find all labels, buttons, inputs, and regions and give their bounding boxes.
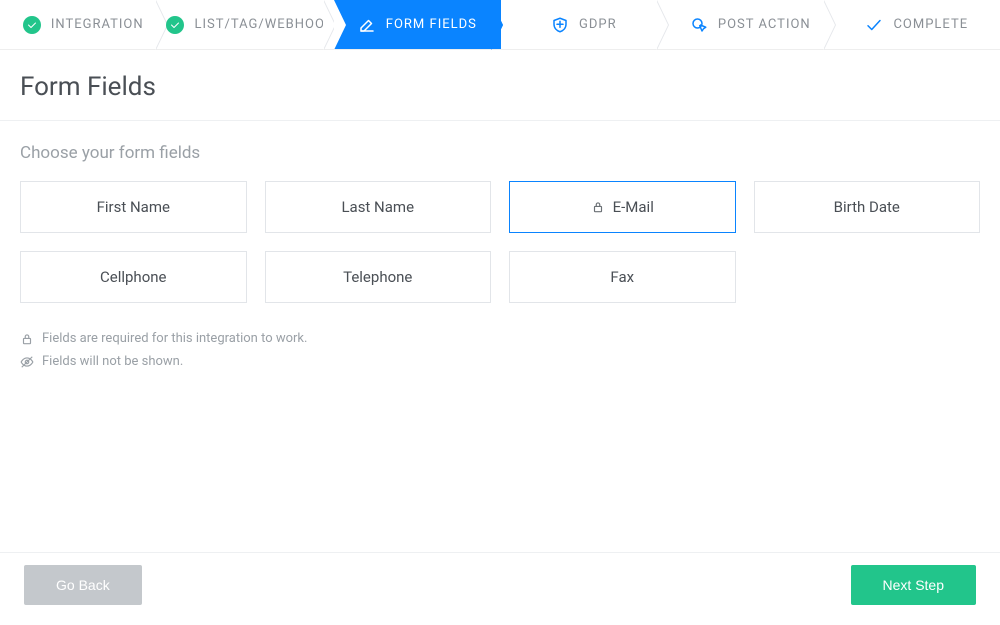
- step-gdpr[interactable]: GDPR: [501, 0, 667, 49]
- legend-hidden: Fields will not be shown.: [20, 354, 980, 369]
- eye-off-icon: [20, 355, 34, 369]
- page-subtitle: Choose your form fields: [20, 143, 980, 163]
- field-label: Fax: [610, 268, 634, 286]
- main-content: Form Fields Choose your form fields Firs…: [0, 50, 1000, 369]
- field-label: Telephone: [343, 268, 412, 286]
- check-icon: [166, 16, 184, 34]
- step-complete[interactable]: COMPLETE: [834, 0, 1000, 49]
- field-label: E-Mail: [613, 198, 654, 216]
- step-label: LIST/TAG/WEBHOOK: [194, 17, 334, 32]
- field-cellphone[interactable]: Cellphone: [20, 251, 247, 303]
- field-first-name[interactable]: First Name: [20, 181, 247, 233]
- edit-icon: [358, 16, 376, 34]
- field-fax[interactable]: Fax: [509, 251, 736, 303]
- footer: Go Back Next Step: [0, 552, 1000, 625]
- step-label: POST ACTION: [718, 17, 811, 32]
- field-label: First Name: [97, 198, 170, 216]
- step-integration[interactable]: INTEGRATION: [0, 0, 166, 49]
- step-post-action[interactable]: POST ACTION: [667, 0, 833, 49]
- legend-required-text: Fields are required for this integration…: [42, 331, 307, 346]
- step-label: COMPLETE: [893, 17, 968, 32]
- legend-required: Fields are required for this integration…: [20, 331, 980, 346]
- field-label: Cellphone: [100, 268, 167, 286]
- shield-icon: [551, 16, 569, 34]
- step-label: INTEGRATION: [51, 17, 144, 32]
- fields-grid: First Name Last Name E-Mail Birth Date Cellp…: [20, 181, 980, 303]
- lock-icon: [591, 200, 605, 214]
- legend-hidden-text: Fields will not be shown.: [42, 354, 183, 369]
- field-telephone[interactable]: Telephone: [265, 251, 492, 303]
- wizard-stepper: INTEGRATION LIST/TAG/WEBHOOK FORM FIELDS GD…: [0, 0, 1000, 50]
- next-step-button[interactable]: Next Step: [851, 565, 976, 605]
- step-label: FORM FIELDS: [386, 17, 477, 32]
- field-e-mail[interactable]: E-Mail: [509, 181, 736, 233]
- step-label: GDPR: [579, 17, 617, 32]
- check-icon: [23, 16, 41, 34]
- step-form-fields[interactable]: FORM FIELDS: [334, 0, 500, 49]
- divider: [0, 120, 1000, 121]
- cursor-icon: [690, 16, 708, 34]
- field-label: Last Name: [341, 198, 414, 216]
- field-birth-date[interactable]: Birth Date: [754, 181, 981, 233]
- tick-icon: [865, 16, 883, 34]
- legend: Fields are required for this integration…: [20, 331, 980, 369]
- step-list-tag-webhook[interactable]: LIST/TAG/WEBHOOK: [166, 0, 334, 49]
- field-last-name[interactable]: Last Name: [265, 181, 492, 233]
- field-label: Birth Date: [834, 198, 900, 216]
- go-back-button[interactable]: Go Back: [24, 565, 142, 605]
- lock-icon: [20, 332, 34, 346]
- page-title: Form Fields: [20, 72, 980, 102]
